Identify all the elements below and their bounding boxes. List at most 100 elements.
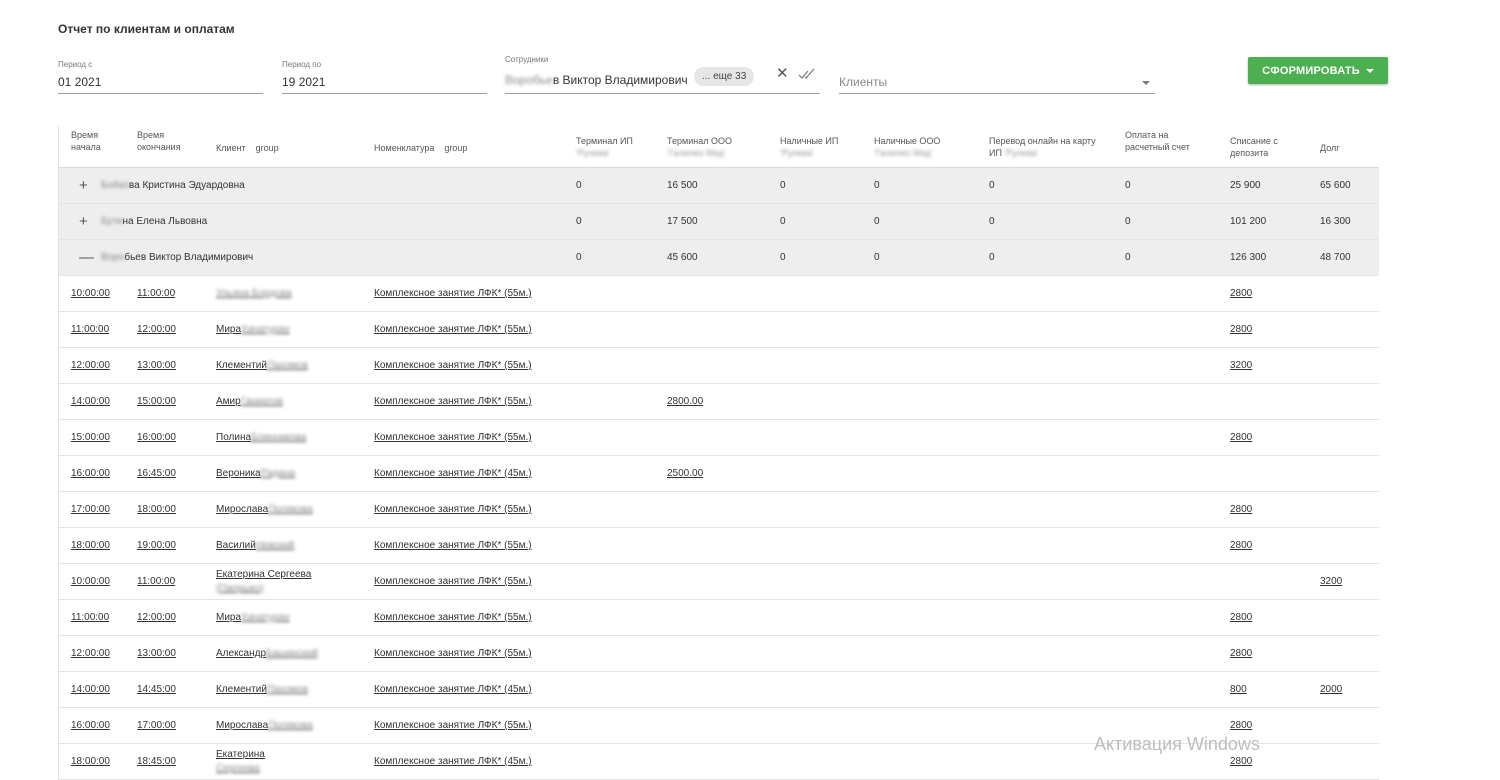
debt-amount[interactable]: 3200 (1320, 564, 1342, 599)
service-link[interactable]: Комплексное занятие ЛФК* (55м.) (374, 636, 532, 671)
period-to-field[interactable]: Период по 19 2021 (282, 60, 487, 94)
start-time-link[interactable]: 18:00:00 (71, 744, 110, 779)
group-name: Бобко ва Кристина Эдуардовна (101, 180, 245, 191)
start-time-link[interactable]: 12:00:00 (71, 636, 110, 671)
end-time-link[interactable]: 11:00:00 (137, 564, 175, 599)
deposit-amount[interactable]: 2800 (1230, 600, 1252, 635)
employees-field[interactable]: Сотрудники Воробьев Виктор Владимирович … (505, 55, 820, 94)
deposit-amount[interactable]: 2800 (1230, 528, 1252, 563)
client-link[interactable]: Екатерина Сергеева (216, 744, 265, 779)
end-time-link[interactable]: 12:00:00 (137, 600, 176, 635)
end-time-link[interactable]: 14:45:00 (137, 672, 176, 707)
service-link[interactable]: Комплексное занятие ЛФК* (55м.) (374, 348, 532, 383)
client-link[interactable]: Клементий Пахомов (216, 672, 308, 707)
table-header: Время начала Время окончания Клиент group … (59, 126, 1379, 168)
start-time-link[interactable]: 11:00:00 (71, 312, 109, 347)
client-link[interactable]: Мирослава Полякова (216, 708, 313, 743)
group-row[interactable]: + Бобко ва Кристина Эдуардовна 0 16 500 0 0 0 0 2… (59, 168, 1379, 204)
end-time-link[interactable]: 17:00:00 (137, 708, 176, 743)
group-row[interactable]: — Воро бьев Виктор Владимирович 0 45 600 0 0 0 0… (59, 240, 1379, 276)
employees-more-chip[interactable]: ... еще 33 (694, 67, 755, 86)
collapse-icon[interactable]: — (79, 240, 94, 275)
deposit-amount[interactable]: 2800 (1230, 636, 1252, 671)
terminal-ooo-amount[interactable]: 2800.00 (667, 384, 703, 419)
terminal-ooo-amount[interactable]: 2500.00 (667, 456, 703, 491)
deposit-amount[interactable]: 2800 (1230, 276, 1252, 311)
col-client[interactable]: Клиент group (216, 142, 279, 154)
table-body: + Бобко ва Кристина Эдуардовна 0 16 500 0 0 0 0 2… (59, 168, 1379, 780)
service-link[interactable]: Комплексное занятие ЛФК* (55м.) (374, 528, 532, 563)
end-time-link[interactable]: 11:00:00 (137, 276, 175, 311)
group-terminal-ip: 0 (576, 180, 582, 191)
end-time-link[interactable]: 16:00:00 (137, 420, 176, 455)
client-link[interactable]: Клементий Пахомов (216, 348, 308, 383)
start-time-link[interactable]: 16:00:00 (71, 708, 110, 743)
service-link[interactable]: Комплексное занятие ЛФК* (55м.) (374, 564, 532, 599)
group-row[interactable]: + Бути на Елена Львовна 0 17 500 0 0 0 0 101 200 1… (59, 204, 1379, 240)
client-link[interactable]: Мирослава Полякова (216, 492, 313, 527)
service-link[interactable]: Комплексное занятие ЛФК* (45м.) (374, 672, 532, 707)
table-row: 10:00:00 11:00:00 Ульяна Бордова Комплексно… (59, 276, 1379, 312)
start-time-link[interactable]: 17:00:00 (71, 492, 110, 527)
select-all-icon[interactable] (798, 67, 818, 81)
service-link[interactable]: Комплексное занятие ЛФК* (45м.) (374, 744, 532, 779)
table-row: 18:00:00 19:00:00 Василий Невский Комплексн… (59, 528, 1379, 564)
end-time-link[interactable]: 16:45:00 (137, 456, 176, 491)
service-link[interactable]: Комплексное занятие ЛФК* (55м.) (374, 708, 532, 743)
service-link[interactable]: Комплексное занятие ЛФК* (55м.) (374, 420, 532, 455)
service-link[interactable]: Комплексное занятие ЛФК* (55м.) (374, 600, 532, 635)
end-time-link[interactable]: 15:00:00 (137, 384, 176, 419)
start-time-link[interactable]: 14:00:00 (71, 672, 110, 707)
chevron-down-icon[interactable] (1142, 81, 1150, 85)
client-link[interactable]: Вероника Радина (216, 456, 295, 491)
start-time-link[interactable]: 15:00:00 (71, 420, 110, 455)
windows-activation-watermark: Активация Windows (1094, 734, 1260, 754)
client-link[interactable]: Полина Блинникова (216, 420, 306, 455)
col-nomenclature[interactable]: Номенклатура group (374, 142, 467, 154)
deposit-amount[interactable]: 2800 (1230, 492, 1252, 527)
table-row: 16:00:00 16:45:00 Вероника Радина Комплексн… (59, 456, 1379, 492)
client-link[interactable]: Василий Невский (216, 528, 294, 563)
start-time-link[interactable]: 10:00:00 (71, 564, 110, 599)
start-time-link[interactable]: 16:00:00 (71, 456, 110, 491)
generate-report-button[interactable]: СФОРМИРОВАТЬ (1248, 57, 1388, 84)
end-time-link[interactable]: 18:45:00 (137, 744, 176, 779)
client-link[interactable]: Мира Хачатурян (216, 312, 290, 347)
end-time-link[interactable]: 18:00:00 (137, 492, 176, 527)
service-link[interactable]: Комплексное занятие ЛФК* (55м.) (374, 492, 532, 527)
deposit-amount[interactable]: 2800 (1230, 312, 1252, 347)
start-time-link[interactable]: 14:00:00 (71, 384, 110, 419)
service-link[interactable]: Комплексное занятие ЛФК* (55м.) (374, 312, 532, 347)
start-time-link[interactable]: 18:00:00 (71, 528, 110, 563)
client-link[interactable]: Ульяна Бордова (216, 276, 292, 311)
client-link[interactable]: Александр Башинский (216, 636, 318, 671)
period-from-field[interactable]: Период с 01 2021 (58, 60, 263, 94)
end-time-link[interactable]: 19:00:00 (137, 528, 176, 563)
start-time-link[interactable]: 12:00:00 (71, 348, 110, 383)
start-time-link[interactable]: 10:00:00 (71, 276, 110, 311)
expand-icon[interactable]: + (79, 168, 88, 203)
group-terminal-ip: 0 (576, 252, 582, 263)
clear-icon[interactable]: ✕ (776, 64, 789, 82)
period-to-value[interactable]: 19 2021 (282, 75, 325, 89)
end-time-link[interactable]: 13:00:00 (137, 636, 176, 671)
debt-amount[interactable]: 2000 (1320, 672, 1342, 707)
nomenclature-group-toggle[interactable]: group (444, 143, 467, 153)
deposit-amount[interactable]: 800 (1230, 672, 1247, 707)
client-group-toggle[interactable]: group (256, 143, 279, 153)
start-time-link[interactable]: 11:00:00 (71, 600, 109, 635)
end-time-link[interactable]: 12:00:00 (137, 312, 176, 347)
clients-field[interactable]: Клиенты (839, 60, 1155, 94)
client-link[interactable]: Екатерина Сергеева (Папрыко) (216, 564, 311, 599)
deposit-amount[interactable]: 3200 (1230, 348, 1252, 383)
deposit-amount[interactable]: 2800 (1230, 420, 1252, 455)
client-link[interactable]: Мира Хачатурян (216, 600, 290, 635)
client-link[interactable]: Амир Ганиатов (216, 384, 283, 419)
period-from-value[interactable]: 01 2021 (58, 75, 101, 89)
service-link[interactable]: Комплексное занятие ЛФК* (45м.) (374, 456, 532, 491)
group-name: Воро бьев Виктор Владимирович (101, 252, 254, 263)
expand-icon[interactable]: + (79, 204, 88, 239)
service-link[interactable]: Комплексное занятие ЛФК* (55м.) (374, 384, 532, 419)
end-time-link[interactable]: 13:00:00 (137, 348, 176, 383)
service-link[interactable]: Комплексное занятие ЛФК* (55м.) (374, 276, 532, 311)
